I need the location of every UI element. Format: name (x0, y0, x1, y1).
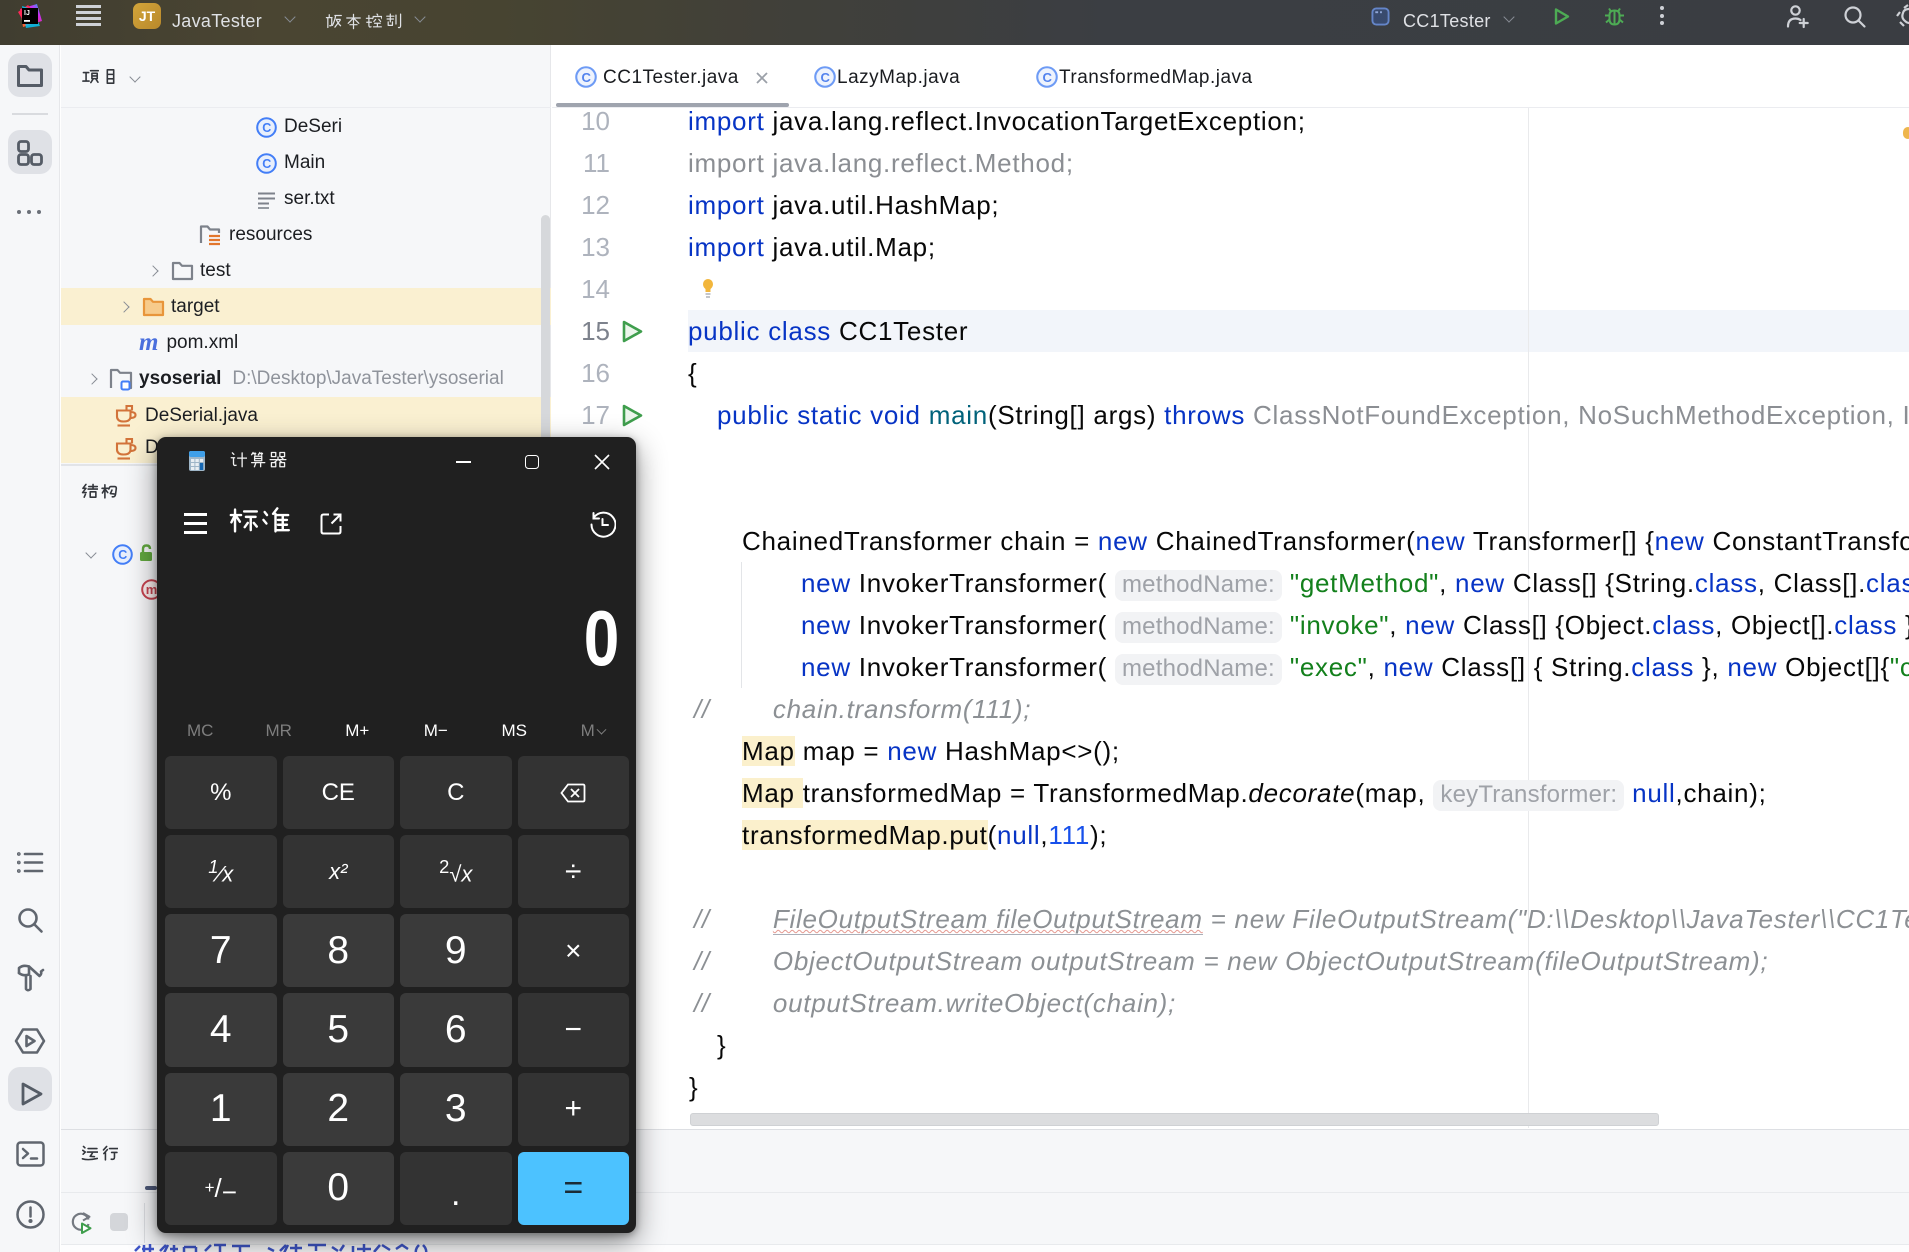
svg-text:C: C (262, 157, 271, 171)
svg-text:C: C (581, 70, 591, 85)
svg-text:m: m (146, 582, 158, 597)
svg-text:C: C (262, 121, 271, 135)
svg-text:C: C (118, 548, 127, 562)
svg-text:C: C (1042, 70, 1052, 85)
svg-text:C: C (820, 70, 830, 85)
svg-text:IJ: IJ (24, 10, 30, 17)
